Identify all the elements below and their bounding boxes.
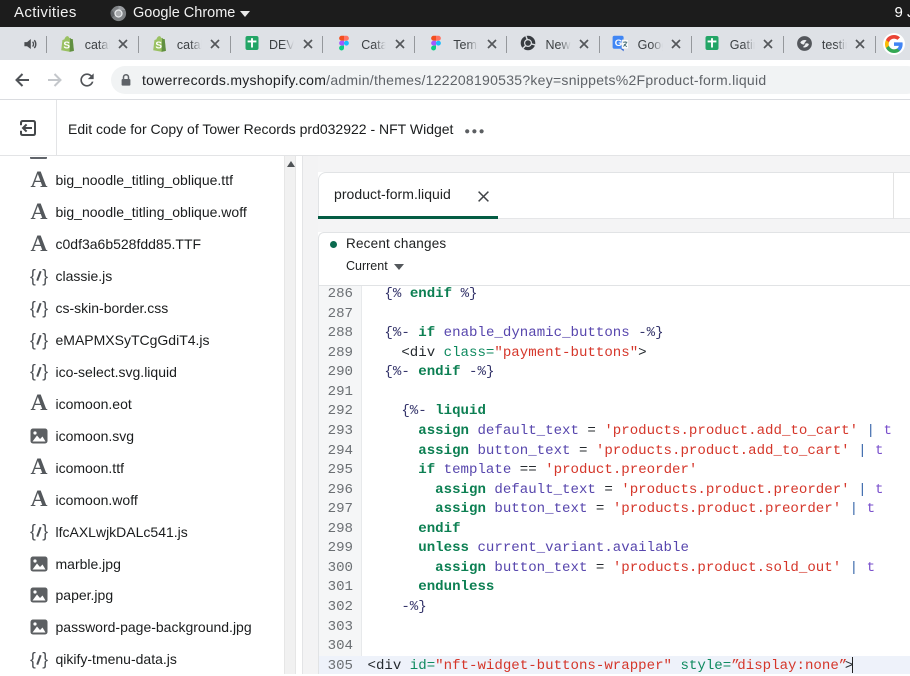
svg-text:S: S bbox=[64, 40, 71, 51]
svg-text:G: G bbox=[615, 38, 622, 49]
svg-text:S: S bbox=[156, 40, 163, 51]
